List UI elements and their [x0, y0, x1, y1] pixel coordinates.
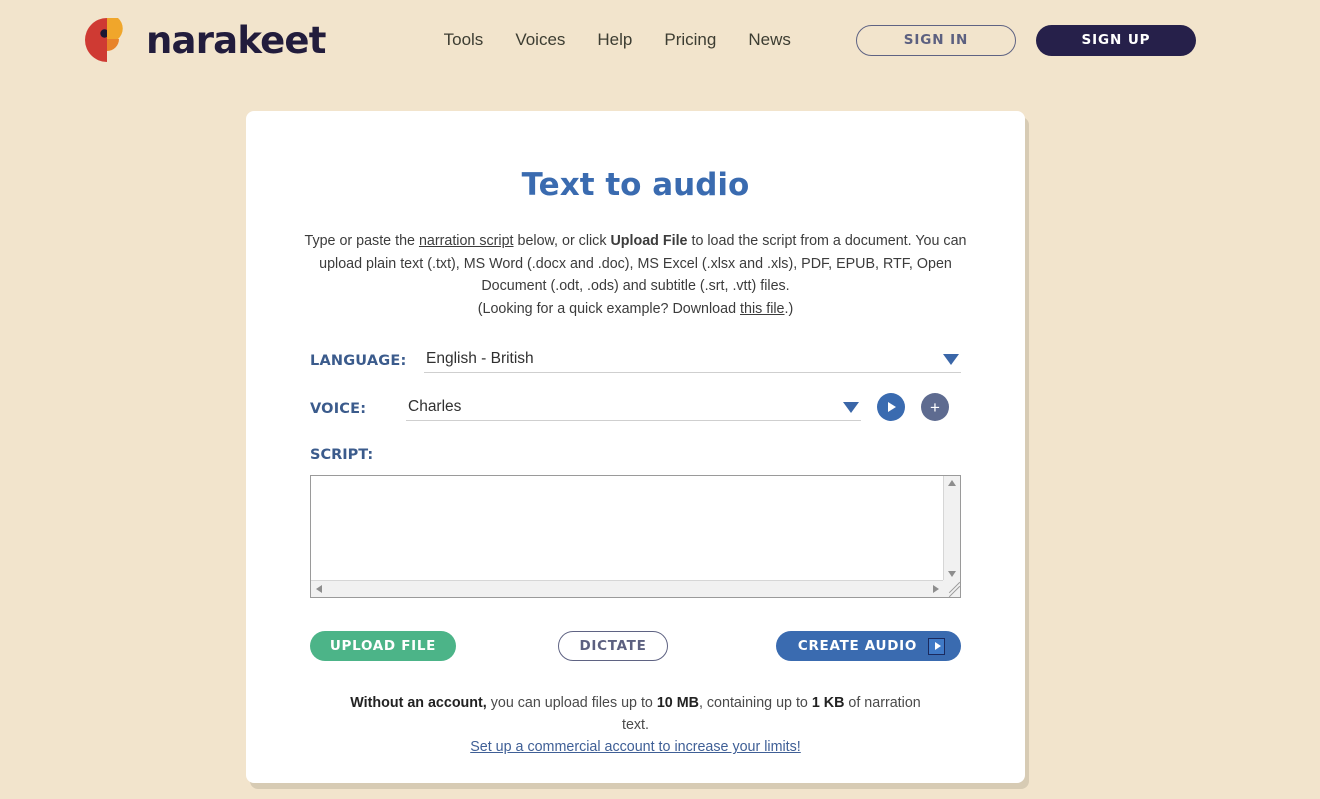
add-voice-button[interactable]: + — [921, 393, 949, 422]
logo-link[interactable]: narakeet — [82, 15, 326, 65]
language-row: LANGUAGE: English - British — [310, 346, 961, 374]
intro-text-b: below, or click — [513, 233, 611, 249]
chevron-down-icon — [843, 401, 859, 413]
page-title: Text to audio — [521, 167, 750, 203]
sign-in-button[interactable]: SIGN IN — [856, 24, 1016, 56]
nav-item-news[interactable]: News — [748, 30, 791, 50]
voice-label: VOICE: — [310, 401, 367, 418]
script-horizontal-scrollbar[interactable] — [311, 580, 944, 598]
site-header: narakeet Tools Voices Help Pricing News … — [0, 0, 1320, 80]
dictate-button[interactable]: DICTATE — [558, 631, 668, 662]
nav-item-tools[interactable]: Tools — [444, 30, 484, 50]
intro-example-b: .) — [784, 300, 794, 317]
chevron-down-icon — [943, 353, 959, 365]
intro-example-a: (Looking for a quick example? Download — [477, 300, 741, 317]
upload-file-button[interactable]: UPLOAD FILE — [310, 631, 456, 662]
script-input[interactable] — [311, 476, 944, 582]
logo-wordmark: narakeet — [146, 18, 326, 62]
script-textarea-wrapper — [310, 475, 961, 599]
scroll-right-arrow-icon[interactable] — [933, 585, 939, 594]
sign-up-button[interactable]: SIGN UP — [1036, 24, 1196, 56]
language-selected-value: English - British — [426, 350, 534, 368]
scroll-up-arrow-icon[interactable] — [948, 480, 956, 487]
plus-icon: + — [930, 397, 940, 417]
script-vertical-scrollbar[interactable] — [943, 476, 960, 582]
main-navigation: Tools Voices Help Pricing News — [444, 30, 791, 50]
account-limits-note: Without an account, you can upload files… — [350, 692, 921, 758]
resize-grip-icon[interactable] — [943, 580, 960, 598]
commercial-account-link[interactable]: Set up a commercial account to increase … — [470, 739, 801, 755]
voice-row: VOICE: Charles + — [310, 393, 961, 422]
scroll-left-arrow-icon[interactable] — [316, 585, 322, 594]
preview-voice-button[interactable] — [877, 393, 905, 422]
intro-upload-file-emphasis: Upload File — [610, 233, 688, 249]
intro-paragraph: Type or paste the narration script below… — [294, 230, 977, 320]
conversion-form: LANGUAGE: English - British VOICE: Charl… — [310, 346, 961, 758]
note-text-2: , containing up to — [698, 695, 812, 712]
auth-actions: SIGN IN SIGN UP — [856, 24, 1196, 56]
intro-text-a: Type or paste the — [304, 233, 419, 249]
language-label: LANGUAGE: — [310, 353, 407, 370]
text-to-audio-card: Text to audio Type or paste the narratio… — [246, 111, 1025, 783]
voice-select[interactable]: Charles — [406, 394, 861, 422]
nav-item-help[interactable]: Help — [597, 30, 632, 50]
example-file-link[interactable]: this file — [740, 301, 785, 317]
note-bold-file-size: 10 MB — [656, 695, 699, 712]
scroll-down-arrow-icon[interactable] — [948, 571, 956, 578]
nav-item-pricing[interactable]: Pricing — [664, 30, 716, 50]
play-icon — [888, 402, 896, 413]
nav-item-voices[interactable]: Voices — [515, 30, 565, 50]
create-audio-label: CREATE AUDIO — [797, 638, 917, 655]
play-icon — [928, 637, 945, 655]
narration-script-link[interactable]: narration script — [419, 233, 514, 249]
language-select[interactable]: English - British — [424, 346, 961, 374]
voice-selected-value: Charles — [408, 398, 462, 416]
create-audio-button[interactable]: CREATE AUDIO — [775, 631, 961, 662]
note-text-1: you can upload files up to — [486, 695, 657, 712]
note-bold-without-account: Without an account, — [350, 695, 487, 712]
narakeet-parrot-icon — [82, 15, 132, 65]
script-label: SCRIPT: — [310, 447, 374, 464]
note-bold-text-size: 1 KB — [811, 695, 845, 712]
form-actions: UPLOAD FILE DICTATE CREATE AUDIO — [310, 631, 961, 662]
